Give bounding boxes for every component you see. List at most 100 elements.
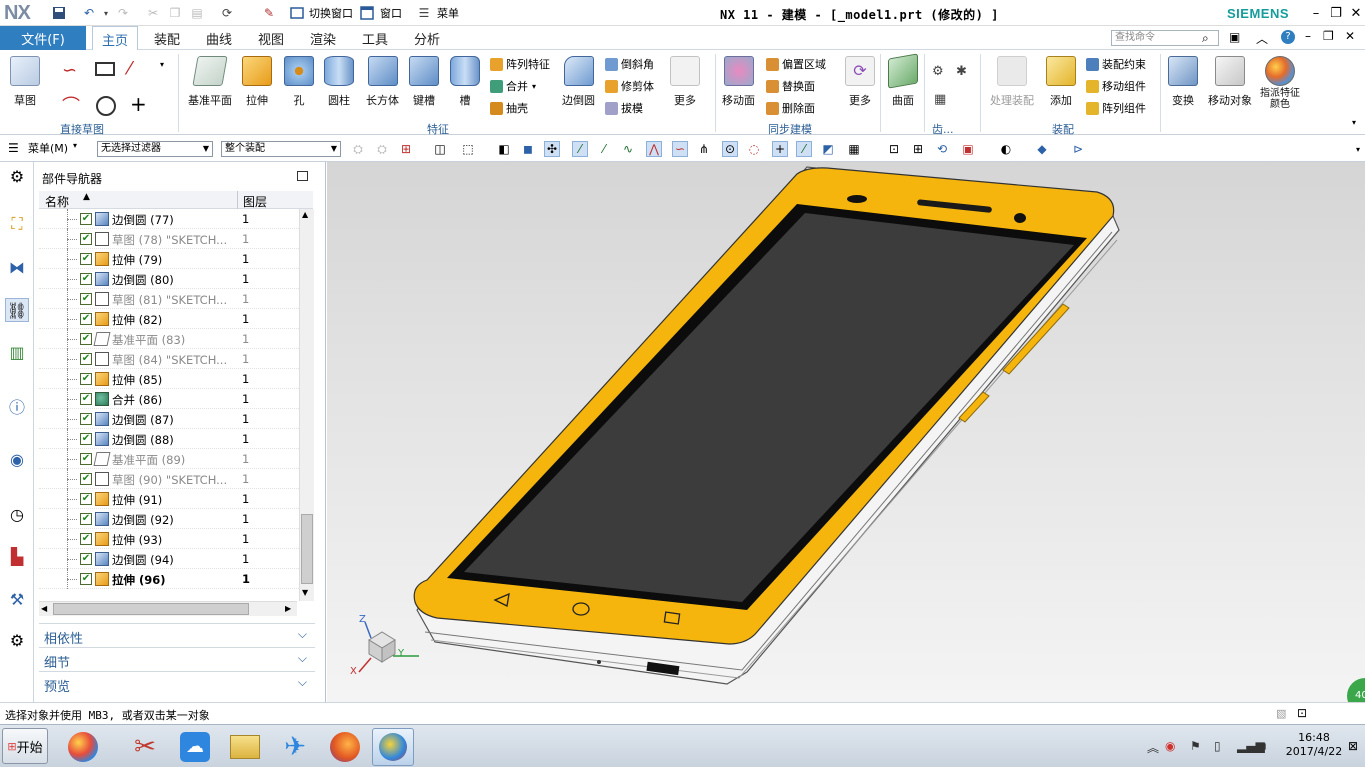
tree-row[interactable]: ✔ 草图 (84) "SKETCH... 1	[39, 349, 299, 369]
visibility-checkbox[interactable]: ✔	[80, 413, 92, 425]
hole-button[interactable]: 孔	[284, 56, 314, 108]
pattern-component-button[interactable]: 阵列组件	[1086, 100, 1146, 116]
copy-icon[interactable]: ❐	[166, 4, 184, 22]
solid-select-icon[interactable]: ◧	[496, 141, 512, 157]
taskbar-app-360[interactable]	[62, 728, 104, 766]
transform-button[interactable]: 变换	[1168, 56, 1198, 108]
spline-snap-icon[interactable]: ∽	[672, 141, 688, 157]
endpoint-snap-icon[interactable]: ⁄	[596, 141, 612, 157]
orient-view-icon[interactable]: ▣	[960, 141, 976, 157]
profile-icon[interactable]: ∽	[62, 60, 77, 81]
redo-icon[interactable]: ↷	[114, 4, 132, 22]
move-object-button[interactable]: 移动对象	[1208, 56, 1252, 108]
snap-point-icon[interactable]: ⊞	[398, 141, 414, 157]
visibility-checkbox[interactable]: ✔	[80, 253, 92, 265]
grid-snap-icon[interactable]: ▦	[846, 141, 862, 157]
tree-row[interactable]: ✔ 草图 (90) "SKETCH... 1	[39, 469, 299, 489]
fullscreen-icon[interactable]: ▣	[1229, 30, 1240, 44]
hd3d-tools-icon[interactable]: ⓘ	[5, 394, 29, 418]
doc-close-icon[interactable]: ✕	[1345, 29, 1355, 43]
assembly-navigator-icon[interactable]: ⛶	[5, 212, 29, 236]
visibility-checkbox[interactable]: ✔	[80, 393, 92, 405]
tree-row[interactable]: ✔ 边倒圆 (80) 1	[39, 269, 299, 289]
curve-snap-icon[interactable]: ∿	[620, 141, 636, 157]
scroll-thumb[interactable]	[301, 514, 313, 584]
process-assembly-button[interactable]: 处理装配	[990, 56, 1034, 108]
visibility-checkbox[interactable]: ✔	[80, 553, 92, 565]
navigator-vertical-scrollbar[interactable]: ▲ ▼	[299, 209, 314, 601]
component-filter-icon[interactable]: ⛭	[374, 141, 390, 157]
boss-button[interactable]: 键槽	[409, 56, 439, 108]
edge-blend-button[interactable]: 边倒圆	[562, 56, 595, 108]
visibility-icon[interactable]: ⊳	[1070, 141, 1086, 157]
render-style-icon[interactable]: ◐	[998, 141, 1014, 157]
tab-curve[interactable]: 曲线	[197, 26, 241, 50]
circle-icon[interactable]	[96, 96, 116, 116]
menu-button[interactable]: 菜单(M)	[28, 140, 68, 156]
feature-more-button[interactable]: 更多	[670, 56, 700, 108]
offset-region-button[interactable]: 偏置区域	[766, 56, 826, 72]
visibility-checkbox[interactable]: ✔	[80, 233, 92, 245]
repeat-command-icon[interactable]: ⟳	[218, 4, 236, 22]
taskbar-app-explorer[interactable]	[224, 728, 266, 766]
tree-row[interactable]: ✔ 草图 (81) "SKETCH... 1	[39, 289, 299, 309]
taskbar-clock[interactable]: 16:48 2017/4/22	[1284, 731, 1344, 759]
tab-render[interactable]: 渲染	[301, 26, 345, 50]
tray-antivirus-icon[interactable]: ◉	[1165, 739, 1175, 753]
menu-label[interactable]: 菜单	[437, 5, 459, 21]
delete-face-button[interactable]: 删除面	[766, 100, 815, 116]
tray-battery-icon[interactable]: ▯	[1214, 739, 1221, 753]
taskbar-app-screenshot[interactable]: ✂	[124, 728, 166, 766]
tree-row[interactable]: ✔ 基准平面 (83) 1	[39, 329, 299, 349]
start-button[interactable]: ⊞ 开始	[2, 728, 48, 764]
restore-icon[interactable]: ❐	[1325, 3, 1347, 23]
tree-row[interactable]: ✔ 草图 (78) "SKETCH... 1	[39, 229, 299, 249]
face-snap-icon[interactable]: ◩	[820, 141, 836, 157]
web-browser-icon[interactable]: ◉	[5, 447, 29, 471]
hscroll-thumb[interactable]	[53, 603, 249, 615]
part-navigator-icon[interactable]: ⛓	[5, 298, 29, 322]
settings-gear-icon[interactable]: ⚙	[5, 164, 29, 188]
visibility-checkbox[interactable]: ✔	[80, 333, 92, 345]
details-panel[interactable]: 细节 ⌵	[39, 647, 315, 671]
shell-button[interactable]: 抽壳	[490, 100, 528, 116]
visibility-checkbox[interactable]: ✔	[80, 213, 92, 225]
cylinder-button[interactable]: 圆柱	[324, 56, 354, 108]
scroll-up-icon[interactable]: ▲	[302, 210, 308, 219]
tree-row[interactable]: ✔ 边倒圆 (77) 1	[39, 209, 299, 229]
taskbar-app-messenger[interactable]: ✈	[274, 728, 316, 766]
assembly-constraint-button[interactable]: 装配约束	[1086, 56, 1146, 72]
rectangle-icon[interactable]	[95, 62, 115, 76]
tree-row[interactable]: ✔ 拉伸 (82) 1	[39, 309, 299, 329]
visibility-checkbox[interactable]: ✔	[80, 313, 92, 325]
tree-row[interactable]: ✔ 基准平面 (89) 1	[39, 449, 299, 469]
arc-icon[interactable]: ⌒	[62, 92, 80, 118]
undo-icon[interactable]: ↶	[80, 4, 98, 22]
quadrant-snap-icon[interactable]: ◌	[746, 141, 762, 157]
rectangle-select-icon[interactable]: ⬚	[460, 141, 476, 157]
point-snap-icon[interactable]: +	[772, 141, 788, 157]
tree-row[interactable]: ✔ 边倒圆 (87) 1	[39, 409, 299, 429]
block-button[interactable]: 长方体	[366, 56, 399, 108]
tree-row[interactable]: ✔ 拉伸 (96) 1	[39, 569, 299, 589]
taskbar-app-firefox[interactable]	[324, 728, 366, 766]
search-icon[interactable]: ⌕	[1202, 31, 1209, 46]
menu-icon[interactable]: ☰	[415, 4, 433, 22]
visibility-checkbox[interactable]: ✔	[80, 453, 92, 465]
tree-row[interactable]: ✔ 边倒圆 (92) 1	[39, 509, 299, 529]
tree-row[interactable]: ✔ 拉伸 (91) 1	[39, 489, 299, 509]
spring-tool-icon[interactable]: ✱	[956, 64, 967, 79]
undo-dropdown-icon[interactable]: ▾	[97, 4, 115, 22]
navigator-maximize-icon[interactable]	[297, 171, 308, 181]
select-all-icon[interactable]: ◫	[432, 141, 448, 157]
tray-network-icon[interactable]: ▂▄▆	[1237, 739, 1265, 753]
navigator-horizontal-scrollbar[interactable]: ◀ ▶	[39, 601, 297, 616]
line-snap-icon[interactable]: ⁄	[572, 141, 588, 157]
move-component-button[interactable]: 移动组件	[1086, 78, 1146, 94]
type-filter-select[interactable]: 无选择过滤器 ▼	[97, 141, 213, 157]
center-snap-icon[interactable]: ⊙	[722, 141, 738, 157]
system-materials-icon[interactable]: ▙	[5, 544, 29, 568]
doc-minimize-icon[interactable]: –	[1305, 29, 1311, 43]
status-fullscreen-icon[interactable]: ⊡	[1297, 706, 1307, 720]
constraint-navigator-icon[interactable]: ⧓	[5, 255, 29, 279]
